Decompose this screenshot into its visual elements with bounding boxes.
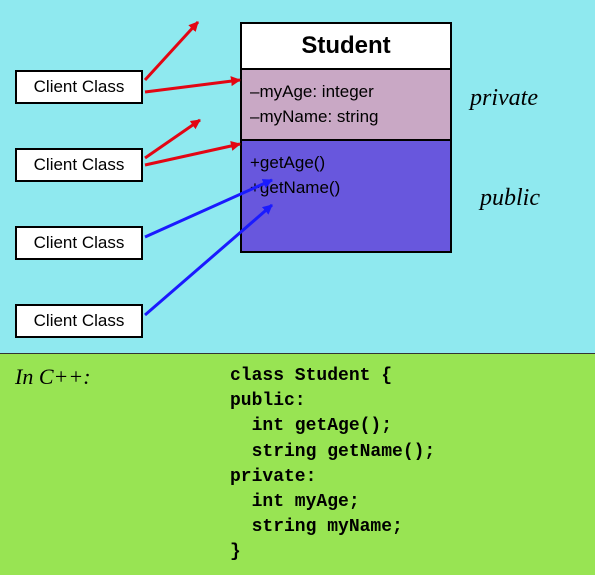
uml-class-box: Student –myAge: integer –myName: string … <box>240 22 452 253</box>
client-label-1: Client Class <box>34 77 125 97</box>
diagram-area: Client Class Client Class Client Class C… <box>0 0 595 353</box>
client-class-box-4: Client Class <box>15 304 143 338</box>
private-label: private <box>470 85 538 112</box>
uml-class-title: Student <box>242 24 450 70</box>
arrow-red-2 <box>145 80 240 92</box>
language-label: In C++: <box>15 364 91 390</box>
client-class-box-1: Client Class <box>15 70 143 104</box>
uml-op-getage: +getAge() <box>250 151 442 176</box>
public-label: public <box>480 185 540 212</box>
uml-attr-myname: –myName: string <box>250 105 442 130</box>
code-area: In C++: class Student { public: int getA… <box>0 353 595 575</box>
client-class-box-2: Client Class <box>15 148 143 182</box>
client-label-3: Client Class <box>34 233 125 253</box>
client-class-box-3: Client Class <box>15 226 143 260</box>
arrow-red-4 <box>145 144 240 165</box>
uml-attributes-private: –myAge: integer –myName: string <box>242 70 450 141</box>
uml-operations-public: +getAge() +getName() <box>242 141 450 250</box>
arrow-red-3 <box>145 120 200 158</box>
arrow-red-1 <box>145 22 198 80</box>
uml-op-getname: +getName() <box>250 176 442 201</box>
cpp-code: class Student { public: int getAge(); st… <box>230 364 435 566</box>
uml-attr-myage: –myAge: integer <box>250 80 442 105</box>
client-label-4: Client Class <box>34 311 125 331</box>
client-label-2: Client Class <box>34 155 125 175</box>
